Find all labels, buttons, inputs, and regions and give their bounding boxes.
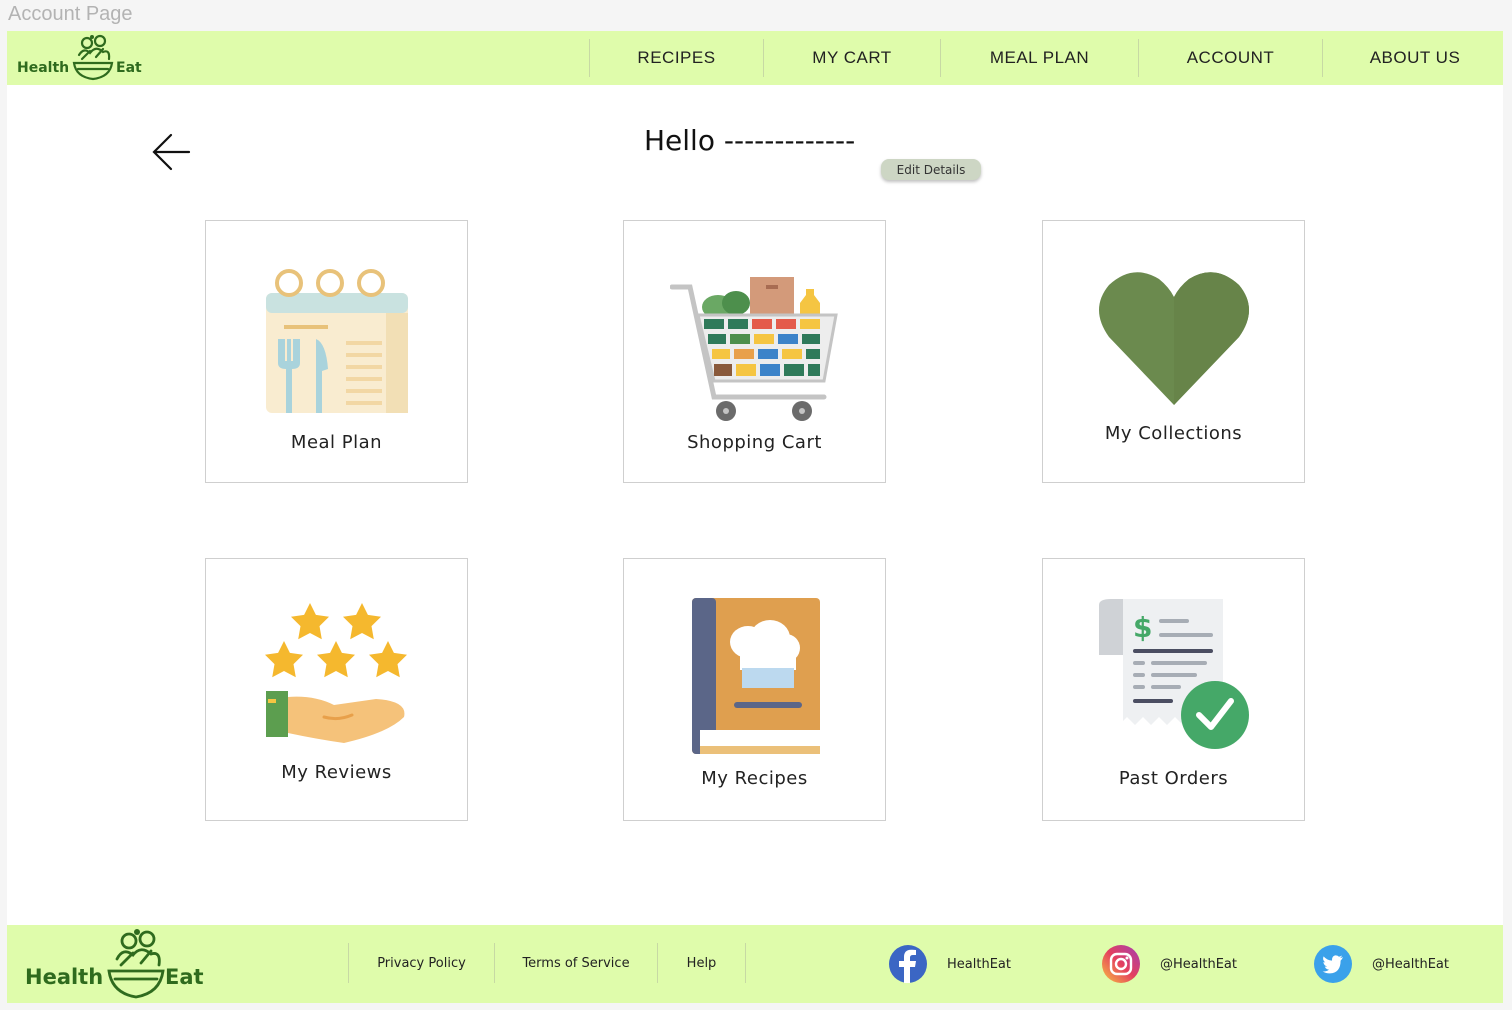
card-label: Past Orders [1118,768,1229,789]
top-navigation-bar: Health Eat RECIPES MY CART MEAL PLAN ACC… [7,31,1503,85]
card-label: My Recipes [701,768,808,789]
brand-logo[interactable]: Health Eat [17,33,142,85]
brand-word-eat: Eat [116,60,142,76]
back-arrow-icon[interactable] [149,130,193,174]
nav-account[interactable]: ACCOUNT [1138,39,1322,77]
calendar-icon [266,269,408,413]
edit-details-button[interactable]: Edit Details [881,159,981,180]
card-label: My Collections [1104,423,1243,444]
main-nav: RECIPES MY CART MEAL PLAN ACCOUNT ABOUT … [589,39,1507,77]
brand-word-health: Health [25,965,104,989]
twitter-handle: @HealthEat [1372,956,1449,972]
salad-bowl-icon [107,929,165,999]
card-my-recipes[interactable]: My Recipes [623,558,886,821]
greeting-title: Hello ------------- [644,124,856,157]
nav-recipes[interactable]: RECIPES [589,39,763,77]
footer-link-help[interactable]: Help [657,943,746,983]
brand-word-health: Health [17,60,70,76]
shopping-cart-icon [670,277,838,421]
footer-social-facebook[interactable]: HealthEat [889,945,1011,983]
svg-text:$: $ [1133,611,1152,644]
footer: Health Eat Privacy Policy Terms of Servi… [7,925,1503,1003]
brand-word-eat: Eat [165,965,204,989]
footer-link-privacy[interactable]: Privacy Policy [348,943,494,983]
nav-my-cart[interactable]: MY CART [763,39,940,77]
card-label: Meal Plan [290,432,383,453]
account-page: Health Eat RECIPES MY CART MEAL PLAN ACC… [7,31,1503,1003]
frame-title: Account Page [8,3,133,25]
card-my-collections[interactable]: My Collections [1042,220,1305,483]
instagram-handle: @HealthEat [1160,956,1237,972]
footer-links: Privacy Policy Terms of Service Help [348,943,746,983]
facebook-handle: HealthEat [947,956,1011,972]
card-meal-plan[interactable]: Meal Plan [205,220,468,483]
facebook-icon [889,945,927,983]
twitter-icon [1314,945,1352,983]
heart-icon [1099,272,1249,405]
card-shopping-cart[interactable]: Shopping Cart [623,220,886,483]
receipt-check-icon: $ [1099,599,1249,749]
card-my-reviews[interactable]: My Reviews [205,558,468,821]
card-label: My Reviews [281,762,392,783]
instagram-icon [1102,945,1140,983]
footer-brand-logo[interactable]: Health Eat [25,927,210,1003]
card-past-orders[interactable]: $ Past Orders [1042,558,1305,821]
footer-social-twitter[interactable]: @HealthEat [1314,945,1449,983]
card-label: Shopping Cart [687,432,822,453]
salad-bowl-icon [72,34,114,81]
nav-about-us[interactable]: ABOUT US [1322,39,1507,77]
recipe-book-icon [692,598,820,754]
nav-meal-plan[interactable]: MEAL PLAN [940,39,1138,77]
footer-link-terms[interactable]: Terms of Service [494,943,657,983]
footer-social-instagram[interactable]: @HealthEat [1102,945,1237,983]
stars-hand-icon [265,603,407,743]
